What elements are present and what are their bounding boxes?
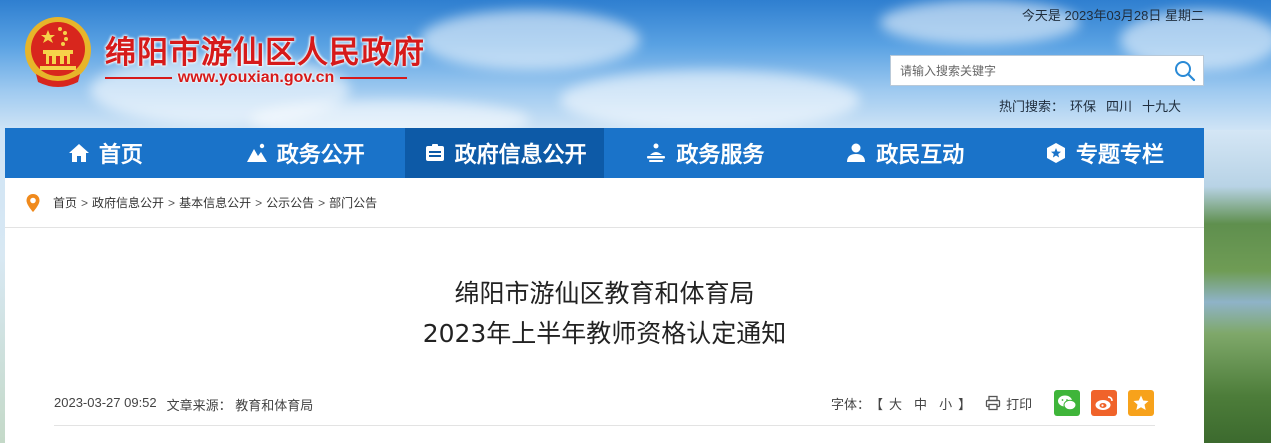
- mountain-icon: [246, 143, 267, 162]
- location-pin-icon: [25, 193, 41, 213]
- site-name[interactable]: 绵阳市游仙区人民政府: [105, 27, 425, 72]
- home-icon: [68, 144, 89, 162]
- breadcrumb: 首页 > 政府信息公开 > 基本信息公开 > 公示公告 > 部门公告: [5, 178, 1204, 228]
- nav-label: 政务公开: [276, 143, 365, 168]
- wechat-icon: [1058, 395, 1077, 411]
- badge-icon: [1047, 143, 1066, 163]
- print-label: 打印: [1006, 396, 1033, 412]
- article-tools: 字体： 【 大 中 小 】 打印: [831, 390, 1155, 416]
- nav-item-interaction[interactable]: 政民互动: [804, 128, 1004, 178]
- nav-item-services[interactable]: 政务服务: [604, 128, 804, 178]
- content-panel: 首页 > 政府信息公开 > 基本信息公开 > 公示公告 > 部门公告 绵阳市游仙…: [5, 178, 1204, 443]
- nav-label: 政务服务: [676, 143, 765, 168]
- nav-item-government-affairs[interactable]: 政务公开: [205, 128, 405, 178]
- breadcrumb-item[interactable]: 政府信息公开: [92, 194, 164, 211]
- breadcrumb-item[interactable]: 部门公告: [329, 194, 377, 211]
- hot-search-label: 热门搜索：: [999, 99, 1065, 114]
- breadcrumb-item[interactable]: 基本信息公开: [179, 194, 251, 211]
- font-size-large-button[interactable]: 大: [889, 394, 902, 413]
- article-title-line-2: 2023年上半年教师资格认定通知: [422, 319, 787, 348]
- nav-label: 首页: [98, 143, 143, 168]
- search-box: [890, 55, 1204, 86]
- breadcrumb-separator: >: [255, 195, 263, 210]
- search-input[interactable]: [891, 56, 1167, 85]
- weibo-icon: [1095, 396, 1113, 410]
- meta-divider: [54, 425, 1155, 426]
- hot-search-term[interactable]: 环保: [1070, 96, 1096, 115]
- breadcrumb-item[interactable]: 首页: [53, 194, 77, 211]
- article-source: 教育和体育局: [235, 398, 314, 413]
- national-emblem-logo[interactable]: [22, 14, 94, 90]
- article-title-line-1: 绵阳市游仙区教育和体育局: [454, 279, 755, 308]
- decorative-line-right: [340, 77, 407, 79]
- site-url-row: www.youxian.gov.cn: [105, 67, 407, 89]
- nav-label: 政府信息公开: [454, 143, 587, 168]
- star-icon: [1133, 395, 1149, 410]
- current-date: 今天是 2023年03月28日 星期二: [1021, 8, 1204, 23]
- search-button[interactable]: [1167, 56, 1203, 85]
- font-size-small-button[interactable]: 小: [939, 394, 952, 413]
- share-wechat-button[interactable]: [1054, 390, 1081, 416]
- nav-item-home[interactable]: 首页: [5, 128, 205, 178]
- hot-search-term[interactable]: 十九大: [1142, 96, 1181, 115]
- breadcrumb-separator: >: [168, 195, 176, 210]
- article-source-row: 文章来源： 教育和体育局: [167, 395, 314, 414]
- breadcrumb-item[interactable]: 公示公告: [266, 194, 314, 211]
- article-datetime: 2023-03-27 09:52: [54, 395, 157, 410]
- nav-label: 专题专栏: [1076, 143, 1165, 168]
- breadcrumb-separator: >: [318, 195, 326, 210]
- nav-item-info-disclosure[interactable]: 政府信息公开: [404, 128, 605, 178]
- hot-search: 热门搜索： 环保 四川 十九大: [999, 96, 1181, 115]
- nav-label: 政民互动: [876, 143, 965, 168]
- share-favorite-button[interactable]: [1128, 390, 1155, 416]
- print-button[interactable]: 打印: [985, 394, 1032, 413]
- article-meta: 2023-03-27 09:52 文章来源： 教育和体育局: [54, 395, 313, 414]
- search-icon: [1175, 60, 1196, 81]
- font-bracket-open: 【: [870, 396, 884, 412]
- printer-icon: [985, 395, 1001, 411]
- site-url[interactable]: www.youxian.gov.cn: [178, 69, 334, 87]
- font-size-medium-button[interactable]: 中: [914, 394, 927, 413]
- nav-item-special-topics[interactable]: 专题专栏: [1004, 128, 1204, 178]
- service-icon: [647, 143, 666, 162]
- share-weibo-button[interactable]: [1091, 390, 1118, 416]
- people-icon: [847, 143, 866, 162]
- decorative-line-left: [105, 77, 172, 79]
- font-size-label: 字体：: [831, 396, 871, 412]
- font-bracket-close: 】: [958, 396, 972, 412]
- main-nav: 首页 政务公开 政府信息公开 政务服务 政民互动 专题专栏: [5, 128, 1204, 178]
- breadcrumb-separator: >: [81, 195, 89, 210]
- id-card-icon: [425, 144, 444, 161]
- hot-search-term[interactable]: 四川: [1106, 96, 1132, 115]
- right-scenery: [1204, 130, 1271, 443]
- article-source-label: 文章来源：: [166, 398, 232, 413]
